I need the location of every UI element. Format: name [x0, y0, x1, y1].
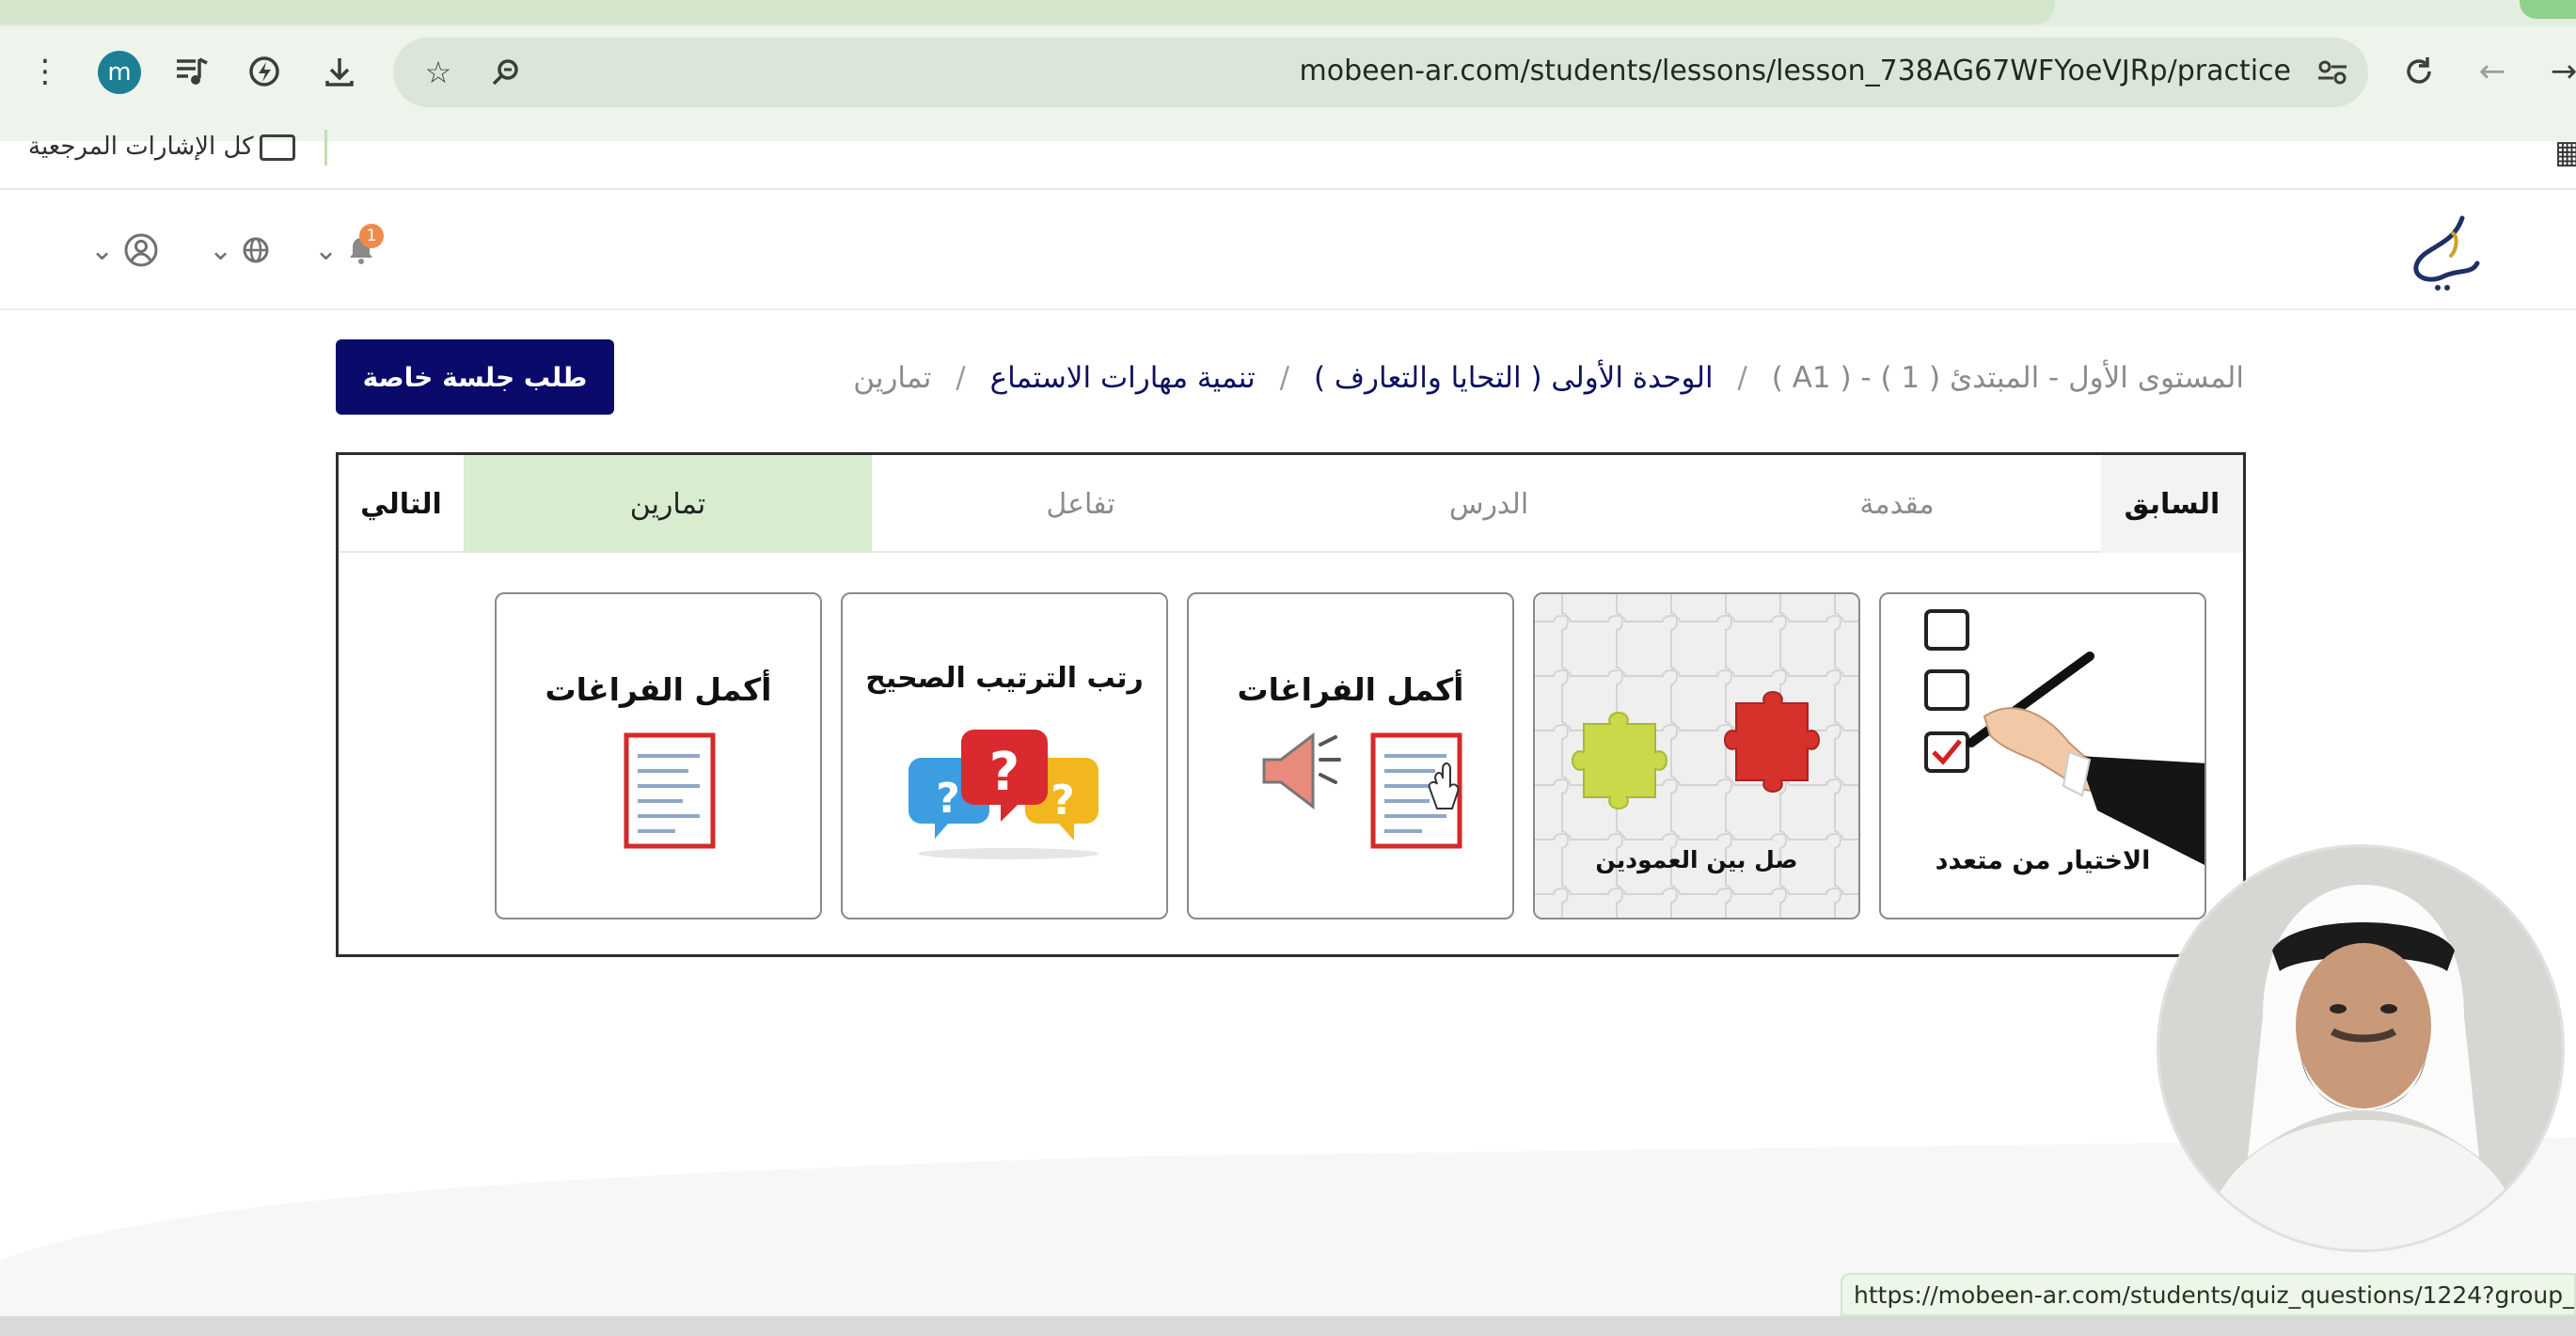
notification-badge: 1: [359, 224, 384, 248]
tab-lesson[interactable]: الدرس: [1285, 455, 1693, 553]
breadcrumb-separator: /: [1279, 361, 1290, 395]
breadcrumb-unit[interactable]: الوحدة الأولى ( التحايا والتعارف ): [1314, 361, 1714, 395]
exercise-card-multiple-choice[interactable]: الاختيار من متعدد: [1879, 592, 2206, 919]
request-private-session-button[interactable]: طلب جلسة خاصة: [336, 339, 614, 415]
lesson-tabs: السابق مقدمة الدرس تفاعل تمارين التالي: [339, 455, 2243, 553]
card-title: صل بين العمودين: [1595, 846, 1798, 873]
os-taskbar: [0, 1316, 2576, 1336]
all-bookmarks-label[interactable]: كل الإشارات المرجعية: [28, 133, 254, 161]
url-text[interactable]: mobeen-ar.com/students/lessons/lesson_73…: [1300, 55, 2291, 87]
zoom-icon[interactable]: [482, 48, 530, 97]
audio-worksheet-icon: [1262, 731, 1462, 849]
status-bar-url: https://mobeen-ar.com/students/quiz_ques…: [1841, 1273, 2576, 1316]
reload-icon[interactable]: [2394, 47, 2443, 96]
tab-exercises[interactable]: تمارين: [464, 455, 872, 553]
apps-grid-icon[interactable]: ▦: [2554, 134, 2576, 171]
forward-arrow-icon[interactable]: →: [2539, 47, 2576, 96]
address-bar[interactable]: ☆ mobeen-ar.com/students/lessons/lesson_…: [393, 38, 2368, 107]
browser-menu-icon[interactable]: ⋮: [21, 47, 70, 96]
tab-next[interactable]: التالي: [339, 455, 464, 553]
download-icon[interactable]: [315, 47, 364, 96]
instructor-video[interactable]: [2157, 844, 2565, 1252]
tab-interaction[interactable]: تفاعل: [877, 455, 1285, 553]
worksheet-icon: [624, 732, 716, 849]
exercise-card-fill-blanks-audio[interactable]: أكمل الفراغات: [1187, 592, 1514, 919]
svg-text:?: ?: [936, 775, 960, 823]
user-menu[interactable]: ⌄: [90, 231, 159, 269]
user-account-icon: [124, 233, 158, 267]
lesson-panel: السابق مقدمة الدرس تفاعل تمارين التالي ا…: [336, 452, 2246, 957]
breadcrumb-lesson[interactable]: تنمية مهارات الاستماع: [990, 361, 1256, 395]
performance-icon[interactable]: [240, 47, 289, 96]
browser-active-tab[interactable]: [0, 0, 2055, 24]
exercise-card-match-columns[interactable]: صل بين العمودين: [1533, 592, 1860, 919]
breadcrumb-level[interactable]: المستوى الأول - المبتدئ ( 1 ) - ( A1 ): [1772, 361, 2244, 395]
tab-previous[interactable]: السابق: [2101, 455, 2243, 553]
instructor-video-frame: [2159, 847, 2562, 1250]
site-header: [0, 190, 2576, 310]
back-arrow-icon[interactable]: ←: [2468, 47, 2517, 96]
svg-text:?: ?: [1051, 777, 1075, 825]
chevron-down-icon: ⌄: [209, 233, 233, 267]
media-controls-icon[interactable]: [167, 47, 216, 96]
breadcrumb: المستوى الأول - المبتدئ ( 1 ) - ( A1 ) /…: [853, 361, 2244, 395]
breadcrumb-current: تمارين: [853, 361, 932, 395]
exercise-card-fill-blanks[interactable]: أكمل الفراغات: [495, 592, 822, 919]
bookmarks-divider: [324, 130, 327, 165]
svg-text:?: ?: [989, 742, 1019, 803]
exercise-card-order[interactable]: رتب الترتيب الصحيح ? ? ?: [841, 592, 1168, 919]
globe-icon: [243, 237, 269, 263]
language-menu[interactable]: ⌄: [209, 231, 270, 269]
browser-tab-strip: [0, 0, 2576, 26]
site-settings-icon[interactable]: [2308, 48, 2357, 97]
bookmark-star-icon[interactable]: ☆: [414, 48, 463, 97]
folder-icon[interactable]: [260, 134, 295, 161]
card-title: الاختيار من متعدد: [1935, 846, 2151, 875]
browser-profile-avatar[interactable]: m: [98, 51, 141, 94]
question-bubbles-icon: ? ? ?: [909, 730, 1098, 859]
chevron-down-icon: ⌄: [90, 233, 115, 267]
breadcrumb-separator: /: [956, 361, 966, 395]
breadcrumb-separator: /: [1737, 361, 1747, 395]
site-logo[interactable]: [2396, 209, 2487, 293]
browser-new-tab-area[interactable]: [2520, 0, 2576, 19]
chevron-down-icon: ⌄: [314, 233, 339, 267]
tab-intro[interactable]: مقدمة: [1693, 455, 2101, 553]
